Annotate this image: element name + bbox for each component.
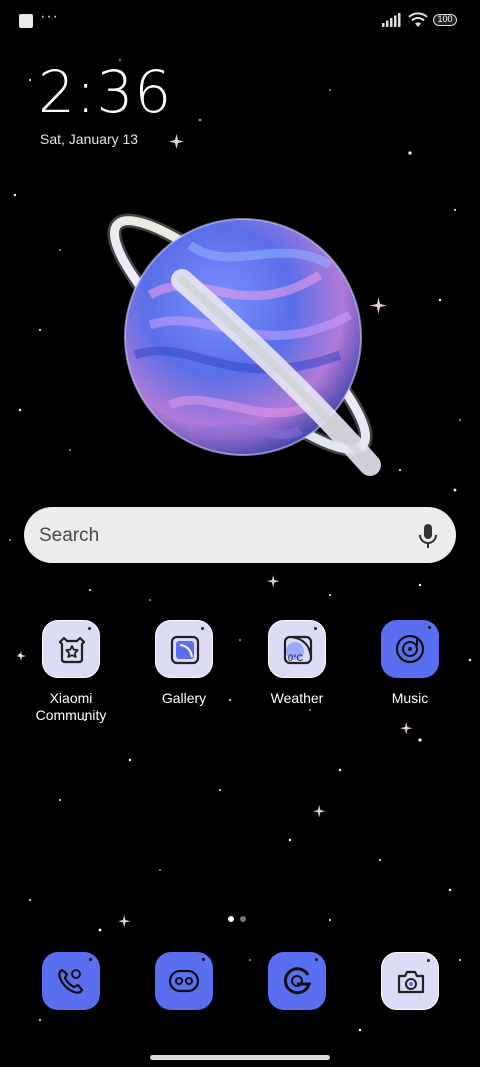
wifi-icon: [408, 12, 428, 27]
app-music[interactable]: Music: [360, 620, 460, 707]
phone-icon[interactable]: [42, 952, 100, 1010]
app-xiaomi-community[interactable]: Xiaomi Community: [21, 620, 121, 724]
search-bar[interactable]: Search: [24, 507, 456, 563]
gallery-icon[interactable]: [155, 620, 213, 678]
planet-wallpaper-art: [107, 213, 381, 476]
messages-icon[interactable]: [155, 952, 213, 1010]
signal-icon: [382, 13, 401, 27]
home-gesture-bar[interactable]: [150, 1055, 330, 1060]
clock-time[interactable]: 2:36: [38, 58, 172, 126]
dock-camera[interactable]: [360, 952, 460, 1010]
app-label: Weather: [270, 690, 324, 706]
page-dot: [240, 916, 246, 922]
overflow-notifications-icon: ···: [40, 8, 59, 25]
app-label: Music: [391, 690, 429, 706]
app-gallery[interactable]: Gallery: [134, 620, 234, 707]
status-bar: ··· 100: [0, 0, 480, 40]
dock-chrome[interactable]: [247, 952, 347, 1010]
weather-icon[interactable]: 0°C: [268, 620, 326, 678]
chrome-icon[interactable]: [268, 952, 326, 1010]
app-label: Gallery: [161, 690, 207, 706]
page-indicator: [228, 909, 252, 927]
dock-messages[interactable]: [134, 952, 234, 1010]
app-label: Xiaomi Community: [35, 690, 107, 723]
weather-temp: 0°C: [288, 653, 304, 663]
xiaomi-community-icon[interactable]: [42, 620, 100, 678]
camera-icon[interactable]: [381, 952, 439, 1010]
notification-square-icon: [19, 14, 33, 28]
page-dot-active: [228, 916, 234, 922]
clock-date[interactable]: Sat, January 13: [40, 131, 138, 147]
search-placeholder: Search: [39, 525, 100, 546]
battery-icon: 100: [433, 14, 457, 26]
music-icon[interactable]: [381, 620, 439, 678]
dock-phone[interactable]: [21, 952, 121, 1010]
app-weather[interactable]: 0°C Weather: [247, 620, 347, 707]
mic-icon[interactable]: [418, 523, 438, 549]
